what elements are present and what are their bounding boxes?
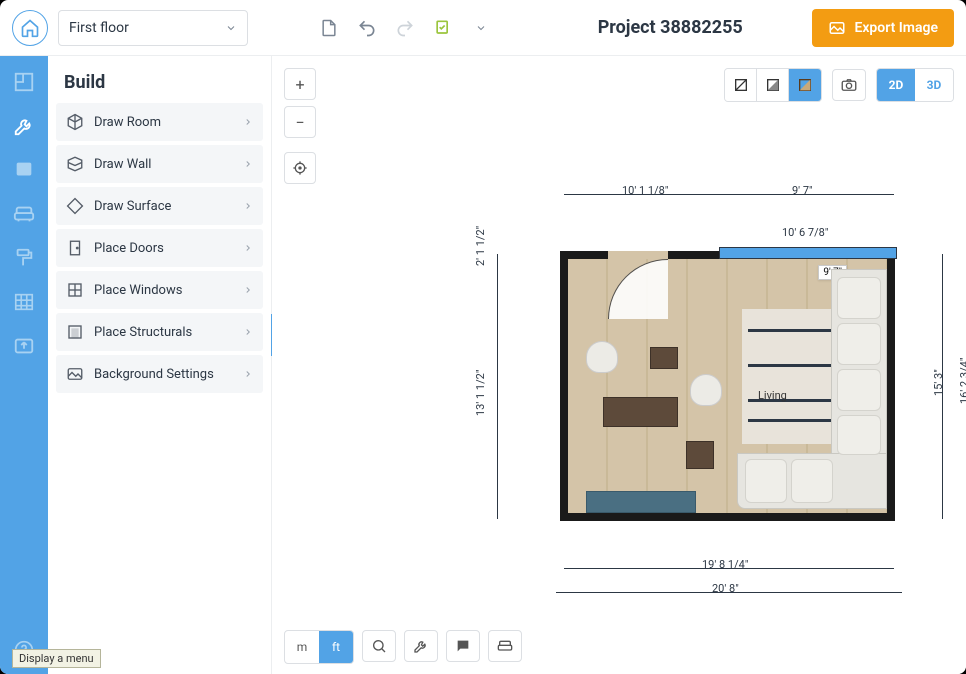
camera-button[interactable]	[832, 69, 866, 101]
unit-toggle: m ft	[284, 630, 354, 664]
panel-title: Build	[48, 56, 271, 103]
export-button-label: Export Image	[854, 20, 938, 36]
panel-item-label: Place Doors	[94, 241, 164, 256]
dim-bottom-inner: 19' 8 1/4"	[702, 558, 748, 571]
side-table-2[interactable]	[686, 441, 714, 469]
build-mode-icon[interactable]	[12, 114, 36, 138]
panel-item-draw-room[interactable]: Draw Room	[56, 103, 263, 141]
zoom-out-button[interactable]: −	[284, 106, 316, 138]
project-title: Project 38882255	[598, 17, 743, 38]
plan-mode-icon[interactable]	[12, 70, 36, 94]
panel-item-label: Place Structurals	[94, 325, 192, 340]
panel-item-place-doors[interactable]: Place Doors	[56, 229, 263, 267]
door-icon	[66, 239, 84, 257]
chevron-right-icon	[243, 243, 253, 253]
redo-icon[interactable]	[394, 17, 416, 39]
chevron-right-icon	[243, 159, 253, 169]
zoom-in-button[interactable]: +	[284, 68, 316, 100]
coffee-table[interactable]	[603, 397, 678, 427]
locate-button[interactable]	[284, 152, 316, 184]
build-panel: Build Draw Room Draw Wall Draw Surface Plac…	[48, 56, 272, 674]
chevron-down-icon[interactable]	[470, 17, 492, 39]
texture-bw-button[interactable]	[757, 69, 789, 101]
status-tooltip: Display a menu	[12, 649, 101, 668]
floor-selector-label: First floor	[69, 20, 129, 36]
furniture-mode-icon[interactable]	[12, 202, 36, 226]
search-button[interactable]	[362, 630, 396, 662]
unit-ft-button[interactable]: ft	[319, 631, 353, 663]
window-icon	[66, 281, 84, 299]
icon-sidebar	[0, 56, 48, 674]
dim-selected-top: 10' 6 7/8"	[782, 226, 828, 239]
new-file-icon[interactable]	[318, 17, 340, 39]
cabinet[interactable]	[586, 491, 696, 513]
armchair-1[interactable]	[586, 341, 618, 373]
panel-item-draw-wall[interactable]: Draw Wall	[56, 145, 263, 183]
chevron-right-icon	[243, 201, 253, 211]
floor-selector[interactable]: First floor	[58, 10, 248, 46]
wall-icon	[66, 155, 84, 173]
chevron-down-icon	[225, 22, 237, 34]
furniture-button[interactable]	[488, 630, 522, 662]
unit-m-button[interactable]: m	[285, 631, 319, 663]
panel-item-background-settings[interactable]: Background Settings	[56, 355, 263, 393]
export-mode-icon[interactable]	[12, 334, 36, 358]
texture-none-button[interactable]	[725, 69, 757, 101]
panel-item-label: Place Windows	[94, 283, 182, 298]
texture-color-button[interactable]	[789, 69, 821, 101]
dim-left-lower: 13' 1 1/2"	[474, 370, 487, 416]
structural-icon	[66, 323, 84, 341]
paint-mode-icon[interactable]	[12, 246, 36, 270]
export-image-button[interactable]: Export Image	[812, 9, 954, 47]
chevron-right-icon	[243, 285, 253, 295]
surface-icon	[66, 197, 84, 215]
side-table-1[interactable]	[650, 347, 678, 369]
view-mode-group: 2D 3D	[876, 68, 954, 102]
materials-mode-icon[interactable]	[12, 290, 36, 314]
floorplan-canvas[interactable]: + −	[272, 56, 966, 674]
notes-mode-icon[interactable]	[12, 158, 36, 182]
image-export-icon	[828, 19, 846, 37]
save-status-icon[interactable]	[432, 17, 454, 39]
view-2d-button[interactable]: 2D	[877, 69, 915, 101]
tools-button[interactable]	[404, 630, 438, 662]
panel-item-place-structurals[interactable]: Place Structurals	[56, 313, 263, 351]
armchair-2[interactable]	[690, 374, 722, 406]
floorplan-drawing: 10' 1 1/8" 9' 7" 10' 6 7/8" 2' 1 1/2" 13…	[412, 136, 966, 546]
panel-item-draw-surface[interactable]: Draw Surface	[56, 187, 263, 225]
panel-item-place-windows[interactable]: Place Windows	[56, 271, 263, 309]
panel-item-label: Background Settings	[94, 367, 214, 382]
chevron-right-icon	[243, 327, 253, 337]
view-3d-button[interactable]: 3D	[915, 69, 953, 101]
dim-top-right: 9' 7"	[792, 184, 813, 197]
background-icon	[66, 365, 84, 383]
texture-mode-group	[724, 68, 822, 102]
dim-right-inner: 15' 3"	[932, 369, 945, 396]
dim-right-outer: 16' 2 3/4"	[958, 358, 966, 404]
comments-button[interactable]	[446, 630, 480, 662]
dim-bottom-outer: 20' 8"	[712, 582, 739, 595]
chevron-right-icon	[243, 117, 253, 127]
panel-item-label: Draw Room	[94, 115, 161, 130]
room-label: Living	[758, 389, 787, 402]
panel-item-label: Draw Wall	[94, 157, 151, 172]
chevron-right-icon	[243, 369, 253, 379]
cube-icon	[66, 113, 84, 131]
panel-item-label: Draw Surface	[94, 199, 171, 214]
dim-top-left: 10' 1 1/8"	[622, 184, 668, 197]
door-opening[interactable]	[608, 251, 668, 259]
selected-wall[interactable]	[719, 247, 897, 259]
room-living[interactable]: 9' 7"	[560, 251, 895, 521]
undo-icon[interactable]	[356, 17, 378, 39]
dim-left-upper: 2' 1 1/2"	[474, 226, 487, 266]
app-logo[interactable]	[12, 10, 48, 46]
